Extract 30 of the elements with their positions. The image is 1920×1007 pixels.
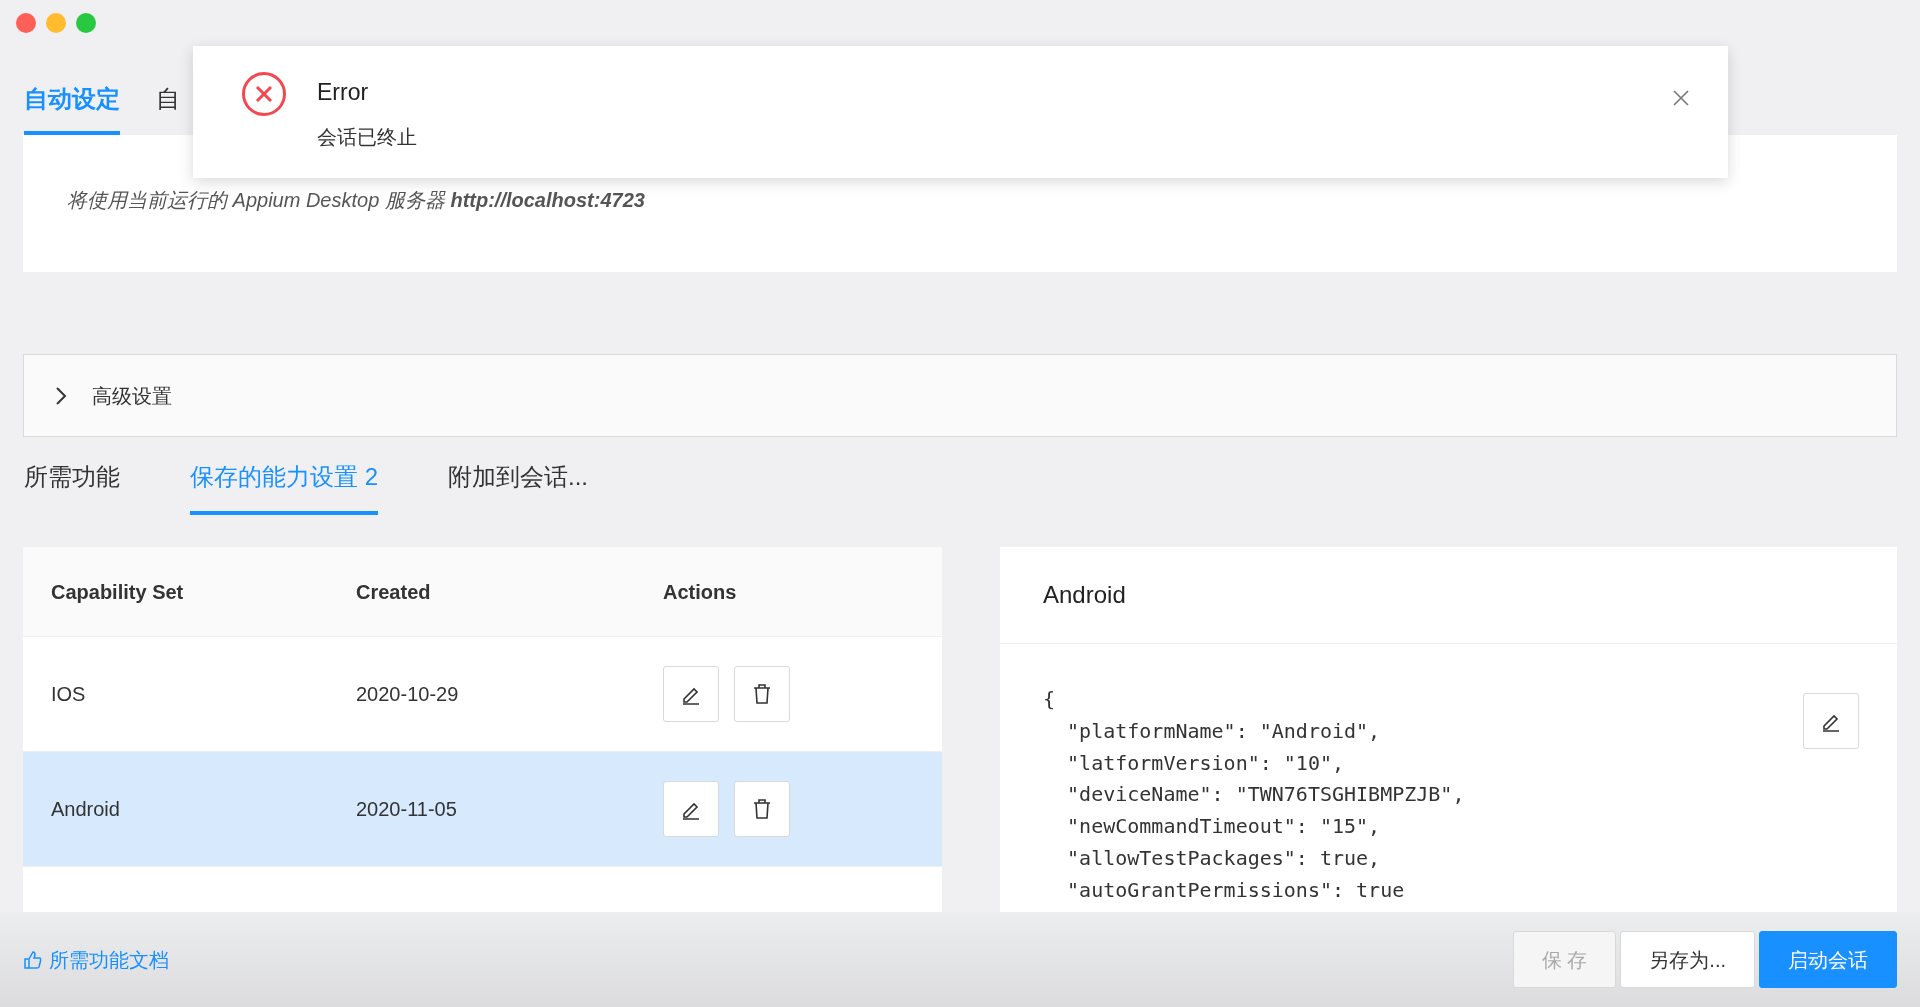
notification-message: 会话已终止 bbox=[317, 124, 417, 150]
panel-title: Android bbox=[1043, 580, 1126, 610]
column-header: Created bbox=[356, 579, 432, 605]
tab[interactable]: 所需功能 bbox=[24, 459, 120, 515]
tab[interactable]: 附加到会话... bbox=[448, 459, 589, 515]
column-header: Actions bbox=[663, 579, 738, 605]
delete-button[interactable] bbox=[734, 666, 790, 722]
table-cell: IOS bbox=[51, 683, 86, 705]
error-icon bbox=[241, 71, 287, 117]
column-header: Capability Set bbox=[51, 579, 185, 605]
edit-button[interactable] bbox=[1803, 693, 1859, 749]
thumbs-up-icon bbox=[23, 949, 43, 970]
close-window-button[interactable] bbox=[16, 13, 36, 33]
delete-button[interactable] bbox=[734, 781, 790, 837]
trash-icon bbox=[752, 683, 772, 705]
notification-title: Error bbox=[317, 78, 370, 107]
action-button[interactable]: 另存为... bbox=[1620, 931, 1755, 988]
chevron-icon bbox=[54, 385, 68, 406]
tab[interactable]: 自 bbox=[156, 81, 180, 135]
table-cell: 2020-11-05 bbox=[356, 798, 457, 820]
server-note: 将使用当前运行的 Appium Desktop 服务器 http://localhost:4723 bbox=[67, 189, 645, 211]
trash-icon bbox=[752, 798, 772, 820]
table-cell: 2020-10-29 bbox=[356, 683, 459, 705]
edit-button[interactable] bbox=[663, 781, 719, 837]
advanced-settings-panel[interactable]: 高级设置 bbox=[23, 354, 1897, 437]
table-row[interactable]: Android 2020-11-05 bbox=[23, 752, 942, 867]
table-cell: Android bbox=[51, 798, 120, 820]
edit-button[interactable] bbox=[663, 666, 719, 722]
capabilities-json: { "platformName": "Android", "latformVersion": "10", "deviceName": "TWN76TSGHIBMPZJB", "newCommandTimeout": "15", "allowTestPackages": true, "autoGrantPermissions": true bbox=[1042, 686, 1466, 904]
close-icon bbox=[1672, 88, 1690, 107]
